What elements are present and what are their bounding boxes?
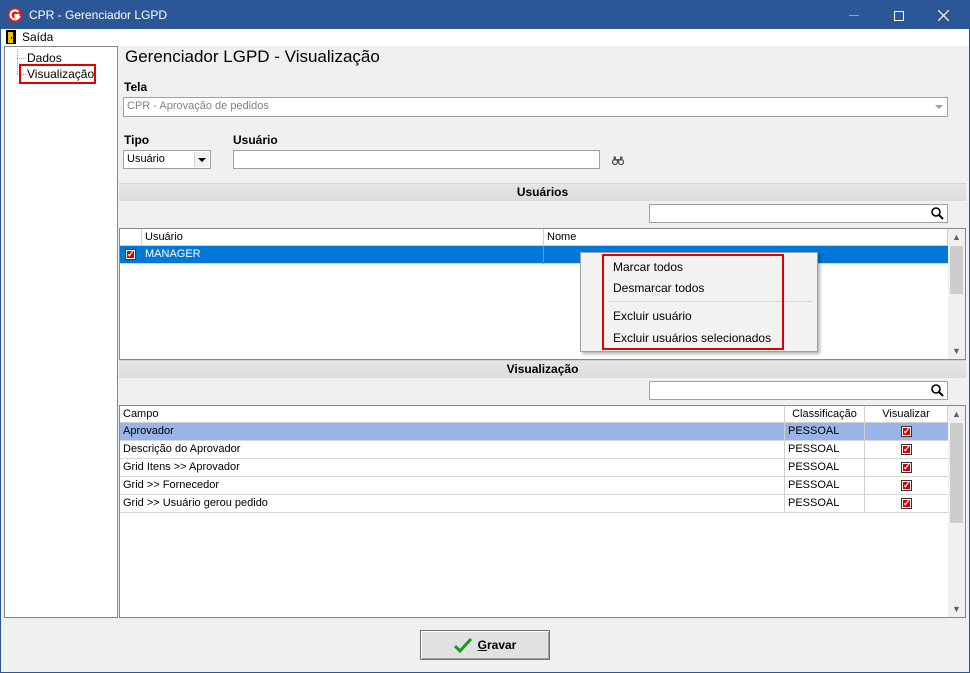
highlight-box: [602, 254, 784, 350]
cell-campo: Descrição do Aprovador: [120, 441, 785, 459]
tipo-value: Usuário: [127, 153, 165, 165]
tree-connector: [17, 58, 26, 59]
visualizar-checkbox[interactable]: ✓: [901, 462, 912, 473]
view-section-header: Visualização: [119, 360, 966, 378]
users-section-header: Usuários: [119, 183, 966, 201]
cell-visualizar: ✓: [865, 459, 948, 477]
view-search-input[interactable]: [649, 381, 948, 400]
tree-item-dados[interactable]: Dados: [27, 51, 62, 65]
cell-visualizar: ✓: [865, 441, 948, 459]
tipo-label: Tipo: [124, 133, 150, 147]
tela-value: CPR - Aprovação de pedidos: [127, 100, 269, 112]
row-checkbox[interactable]: ✓: [125, 249, 136, 260]
cell-classificacao: PESSOAL: [785, 441, 865, 459]
tela-label: Tela: [124, 80, 148, 94]
minimize-button[interactable]: [831, 1, 876, 30]
cell-classificacao: PESSOAL: [785, 495, 865, 513]
maximize-button[interactable]: [876, 1, 921, 30]
cell-campo: Grid >> Fornecedor: [120, 477, 785, 495]
table-row[interactable]: Aprovador PESSOAL ✓: [120, 423, 948, 441]
binoculars-icon[interactable]: [612, 156, 624, 166]
menu-bar: Saída: [1, 29, 969, 46]
maximize-icon: [893, 10, 904, 21]
page-title: Gerenciador LGPD - Visualização: [125, 47, 380, 66]
users-grid: Usuário Nome ✓ MANAGER ▲ ▼: [119, 228, 966, 360]
tree-connector: [17, 49, 18, 74]
cell-campo: Grid Itens >> Aprovador: [120, 459, 785, 477]
highlight-box: [19, 64, 96, 84]
scroll-thumb[interactable]: [950, 423, 963, 523]
table-row[interactable]: Grid Itens >> Aprovador PESSOAL ✓: [120, 459, 948, 477]
cell-usuario: MANAGER: [142, 246, 544, 264]
cell-classificacao: PESSOAL: [785, 459, 865, 477]
cell-visualizar: ✓: [865, 477, 948, 495]
scroll-thumb[interactable]: [950, 246, 963, 294]
table-row[interactable]: ✓ MANAGER: [120, 246, 948, 264]
visualizar-checkbox[interactable]: ✓: [901, 498, 912, 509]
context-menu: Marcar todos Desmarcar todos Excluir usu…: [580, 252, 818, 352]
search-icon[interactable]: [931, 207, 944, 220]
cell-classificacao: PESSOAL: [785, 477, 865, 495]
exit-door-icon: [6, 30, 16, 44]
save-button-label: ravar: [486, 638, 517, 652]
view-scrollbar[interactable]: ▲ ▼: [948, 406, 965, 617]
cell-campo: Aprovador: [120, 423, 785, 441]
visualizar-checkbox[interactable]: ✓: [901, 444, 912, 455]
scroll-up-icon[interactable]: ▲: [948, 229, 965, 245]
view-grid: Campo Classificação Visualizar Aprovador…: [119, 405, 966, 618]
scroll-down-icon[interactable]: ▼: [948, 343, 965, 359]
users-scrollbar[interactable]: ▲ ▼: [948, 229, 965, 359]
menu-exit[interactable]: Saída: [22, 30, 53, 44]
chevron-down-icon: [931, 99, 946, 115]
chevron-down-icon: [194, 152, 209, 167]
visualizar-checkbox[interactable]: ✓: [901, 480, 912, 491]
navigation-tree: Dados Visualização: [4, 46, 118, 618]
minimize-icon: [848, 15, 859, 16]
cell-visualizar: ✓: [865, 495, 948, 513]
close-button[interactable]: [921, 1, 966, 30]
grid-header-nome[interactable]: Nome: [544, 229, 948, 246]
window-title: CPR - Gerenciador LGPD: [29, 8, 168, 22]
scroll-up-icon[interactable]: ▲: [948, 406, 965, 422]
usuario-label: Usuário: [233, 133, 278, 147]
grid-header-check: [120, 229, 142, 246]
grid-header-visualizar[interactable]: Visualizar: [865, 406, 948, 423]
tipo-select[interactable]: Usuário: [123, 150, 211, 169]
grid-header-campo[interactable]: Campo: [120, 406, 785, 423]
cell-classificacao: PESSOAL: [785, 423, 865, 441]
save-button-mnemonic: G: [477, 638, 487, 652]
checkmark-icon: [453, 637, 472, 653]
close-icon: [938, 10, 949, 21]
grid-header-classificacao[interactable]: Classificação: [785, 406, 865, 423]
scroll-down-icon[interactable]: ▼: [948, 601, 965, 617]
app-logo-icon: [7, 7, 23, 23]
cell-campo: Grid >> Usuário gerou pedido: [120, 495, 785, 513]
grid-header-usuario[interactable]: Usuário: [142, 229, 544, 246]
table-row[interactable]: Grid >> Usuário gerou pedido PESSOAL ✓: [120, 495, 948, 513]
users-search-input[interactable]: [649, 204, 948, 223]
visualizar-checkbox[interactable]: ✓: [901, 426, 912, 437]
save-button[interactable]: Gravar: [420, 630, 550, 660]
title-bar: CPR - Gerenciador LGPD: [0, 0, 970, 29]
usuario-input[interactable]: [233, 150, 600, 169]
table-row[interactable]: Descrição do Aprovador PESSOAL ✓: [120, 441, 948, 459]
cell-visualizar: ✓: [865, 423, 948, 441]
table-row[interactable]: Grid >> Fornecedor PESSOAL ✓: [120, 477, 948, 495]
tela-select[interactable]: CPR - Aprovação de pedidos: [123, 97, 948, 117]
search-icon[interactable]: [931, 384, 944, 397]
